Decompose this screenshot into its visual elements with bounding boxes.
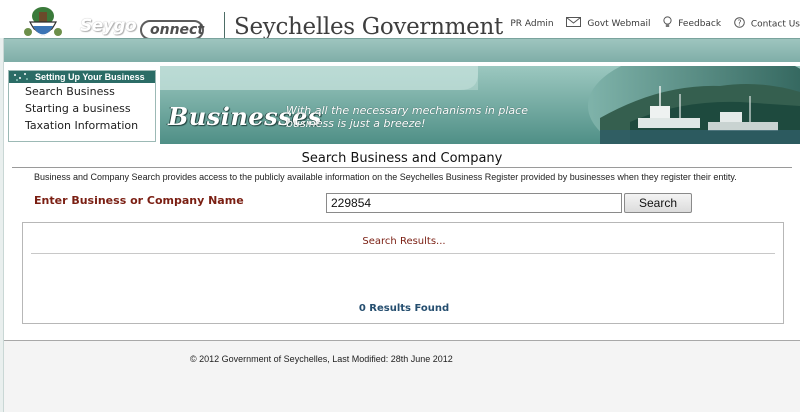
lightbulb-icon	[663, 16, 672, 31]
site-title: Seychelles Government	[234, 14, 503, 40]
search-button[interactable]: Search	[624, 193, 692, 213]
question-icon: ?	[734, 16, 745, 31]
banner-tagline-line1: With all the necessary mechanisms in pla…	[286, 104, 528, 117]
search-results-divider	[31, 253, 775, 254]
sidebar-item-taxation-information[interactable]: Taxation Information	[9, 119, 155, 136]
sidebar-heading: Setting Up Your Business	[9, 71, 155, 83]
pr-admin-link[interactable]: PR Admin	[510, 19, 553, 29]
business-name-input[interactable]	[326, 193, 622, 213]
contact-us-label: Contact Us	[750, 19, 800, 29]
feedback-link[interactable]: Feedback	[663, 16, 721, 31]
search-intro-text: Business and Company Search provides acc…	[34, 172, 737, 182]
copyright-text: © 2012 Government of Seychelles, Last Mo…	[190, 354, 453, 364]
businesses-banner: Businesses With all the necessary mechan…	[160, 66, 800, 144]
search-results-panel: Search Results... 0 Results Found	[22, 222, 784, 324]
feedback-label: Feedback	[678, 19, 722, 29]
page-title: Search Business and Company	[301, 151, 503, 166]
sidebar-nav: Setting Up Your Business Search Business…	[8, 70, 156, 142]
sidebar-item-search-business[interactable]: Search Business	[9, 85, 155, 102]
site-footer: © 2012 Government of Seychelles, Last Mo…	[4, 341, 800, 412]
logo-text-connect: onnect	[150, 22, 205, 38]
header-band	[4, 38, 800, 62]
govt-webmail-link[interactable]: Govt Webmail	[566, 17, 650, 30]
pr-admin-label: PR Admin	[510, 18, 554, 29]
top-links: PR Admin Govt Webmail Feedback ? Contact…	[500, 16, 800, 30]
sidebar-item-starting-business[interactable]: Starting a business	[9, 102, 155, 119]
site-header: Seygo onnect Seychelles Government PR Ad…	[0, 0, 800, 50]
sparkle-icon	[12, 72, 30, 85]
results-count: 0 Results Found	[358, 303, 450, 314]
logo-text-seygo: Seygo	[80, 16, 137, 36]
banner-tagline-line2: business is just a breeze!	[286, 117, 426, 130]
envelope-icon	[566, 17, 582, 30]
contact-us-link[interactable]: ? Contact Us	[734, 16, 800, 31]
svg-text:?: ?	[737, 18, 741, 27]
govt-webmail-label: Govt Webmail	[587, 19, 651, 29]
search-results-title: Search Results...	[362, 236, 446, 247]
banner-tagline: With all the necessary mechanisms in pla…	[286, 104, 528, 130]
sidebar-heading-label: Setting Up Your Business	[35, 72, 145, 82]
business-name-label: Enter Business or Company Name	[34, 194, 244, 207]
heading-divider	[12, 167, 792, 168]
